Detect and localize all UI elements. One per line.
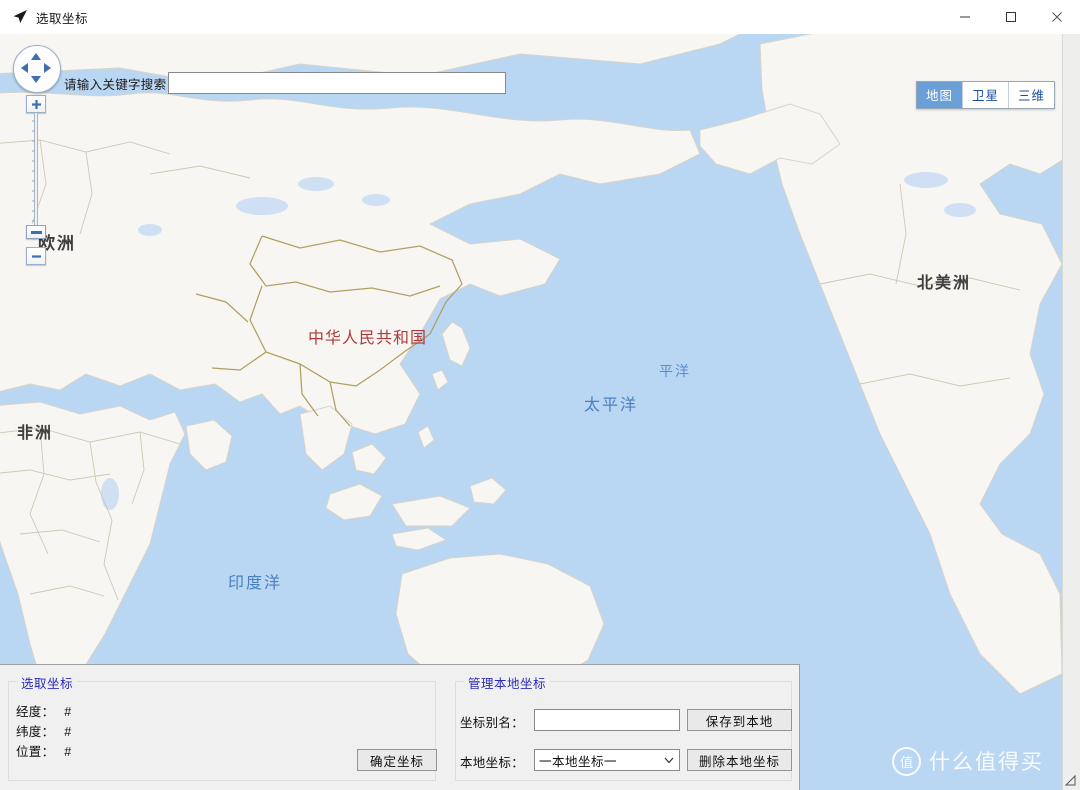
- latitude-value: #: [64, 725, 72, 739]
- map-type-switch: 地图 卫星 三维: [915, 81, 1055, 109]
- latitude-label: 纬度：: [16, 725, 55, 739]
- title-bar-left: 选取坐标: [12, 0, 88, 34]
- watermark: 值 什么值得买: [892, 746, 1044, 776]
- delete-local-button[interactable]: 删除本地坐标: [687, 749, 792, 771]
- map-type-satellite[interactable]: 卫星: [962, 82, 1009, 108]
- watermark-logo: 值: [892, 746, 921, 776]
- pan-compass-control[interactable]: [13, 45, 61, 93]
- zoom-out-button[interactable]: [26, 247, 46, 265]
- zoom-in-button[interactable]: [26, 95, 46, 113]
- pick-coordinate-title: 选取坐标: [17, 673, 78, 692]
- coordinate-picker-window: 选取坐标 欧洲 非洲 北美洲 中华人民共和国 平洋 太平洋 印度洋 请输入关键字…: [0, 0, 1080, 790]
- location-label: 位置：: [16, 745, 55, 759]
- longitude-label: 经度：: [16, 705, 55, 719]
- zoom-slider-handle[interactable]: [26, 225, 46, 239]
- search-input[interactable]: [168, 72, 507, 94]
- zoom-slider-ticks: [32, 120, 35, 222]
- plus-icon: [31, 99, 41, 109]
- close-button[interactable]: [1034, 0, 1080, 34]
- alias-input[interactable]: [534, 709, 680, 731]
- window-title: 选取坐标: [36, 11, 89, 26]
- location-row: 位置： #: [16, 741, 71, 760]
- zoom-slider-track[interactable]: [26, 113, 46, 239]
- minus-icon: [31, 254, 41, 258]
- maximize-icon: [1005, 11, 1017, 23]
- confirm-coordinate-button[interactable]: 确定坐标: [357, 749, 437, 771]
- longitude-value: #: [64, 705, 72, 719]
- local-coordinate-label: 本地坐标：: [460, 756, 525, 770]
- minimize-icon: [959, 11, 971, 23]
- location-value: #: [64, 745, 72, 759]
- minimize-button[interactable]: [942, 0, 988, 34]
- watermark-text: 什么值得买: [929, 751, 1044, 774]
- bottom-panel: 选取坐标 经度： # 纬度： # 位置： # 确定坐标 管理本地坐标 坐标别名：…: [0, 664, 800, 790]
- manage-local-title: 管理本地坐标: [464, 673, 551, 692]
- save-local-button[interactable]: 保存到本地: [687, 709, 792, 731]
- alias-label: 坐标别名：: [460, 716, 525, 730]
- close-icon: [1051, 11, 1063, 23]
- title-bar: 选取坐标: [0, 0, 1080, 34]
- right-edge-strip: [1062, 34, 1080, 790]
- map-type-map[interactable]: 地图: [916, 82, 963, 108]
- chevron-down-icon: [663, 757, 675, 764]
- maximize-button[interactable]: [988, 0, 1034, 34]
- pan-compass-icon: [16, 48, 56, 88]
- navigation-arrow-icon: [12, 9, 28, 25]
- window-controls: [942, 0, 1080, 34]
- resize-grip-icon[interactable]: [1063, 773, 1078, 788]
- map-type-3d[interactable]: 三维: [1008, 82, 1054, 108]
- latitude-row: 纬度： #: [16, 721, 71, 740]
- zoom-control[interactable]: [26, 95, 46, 265]
- search-label: 请输入关键字搜索: [64, 77, 167, 92]
- local-coordinate-selected: 一本地坐标一: [539, 754, 618, 769]
- local-coordinate-select[interactable]: 一本地坐标一: [534, 749, 680, 771]
- search-bar: 请输入关键字搜索: [0, 70, 507, 96]
- map-canvas[interactable]: 欧洲 非洲 北美洲 中华人民共和国 平洋 太平洋 印度洋 请输入关键字搜索 地图…: [0, 34, 1062, 790]
- longitude-row: 经度： #: [16, 701, 71, 720]
